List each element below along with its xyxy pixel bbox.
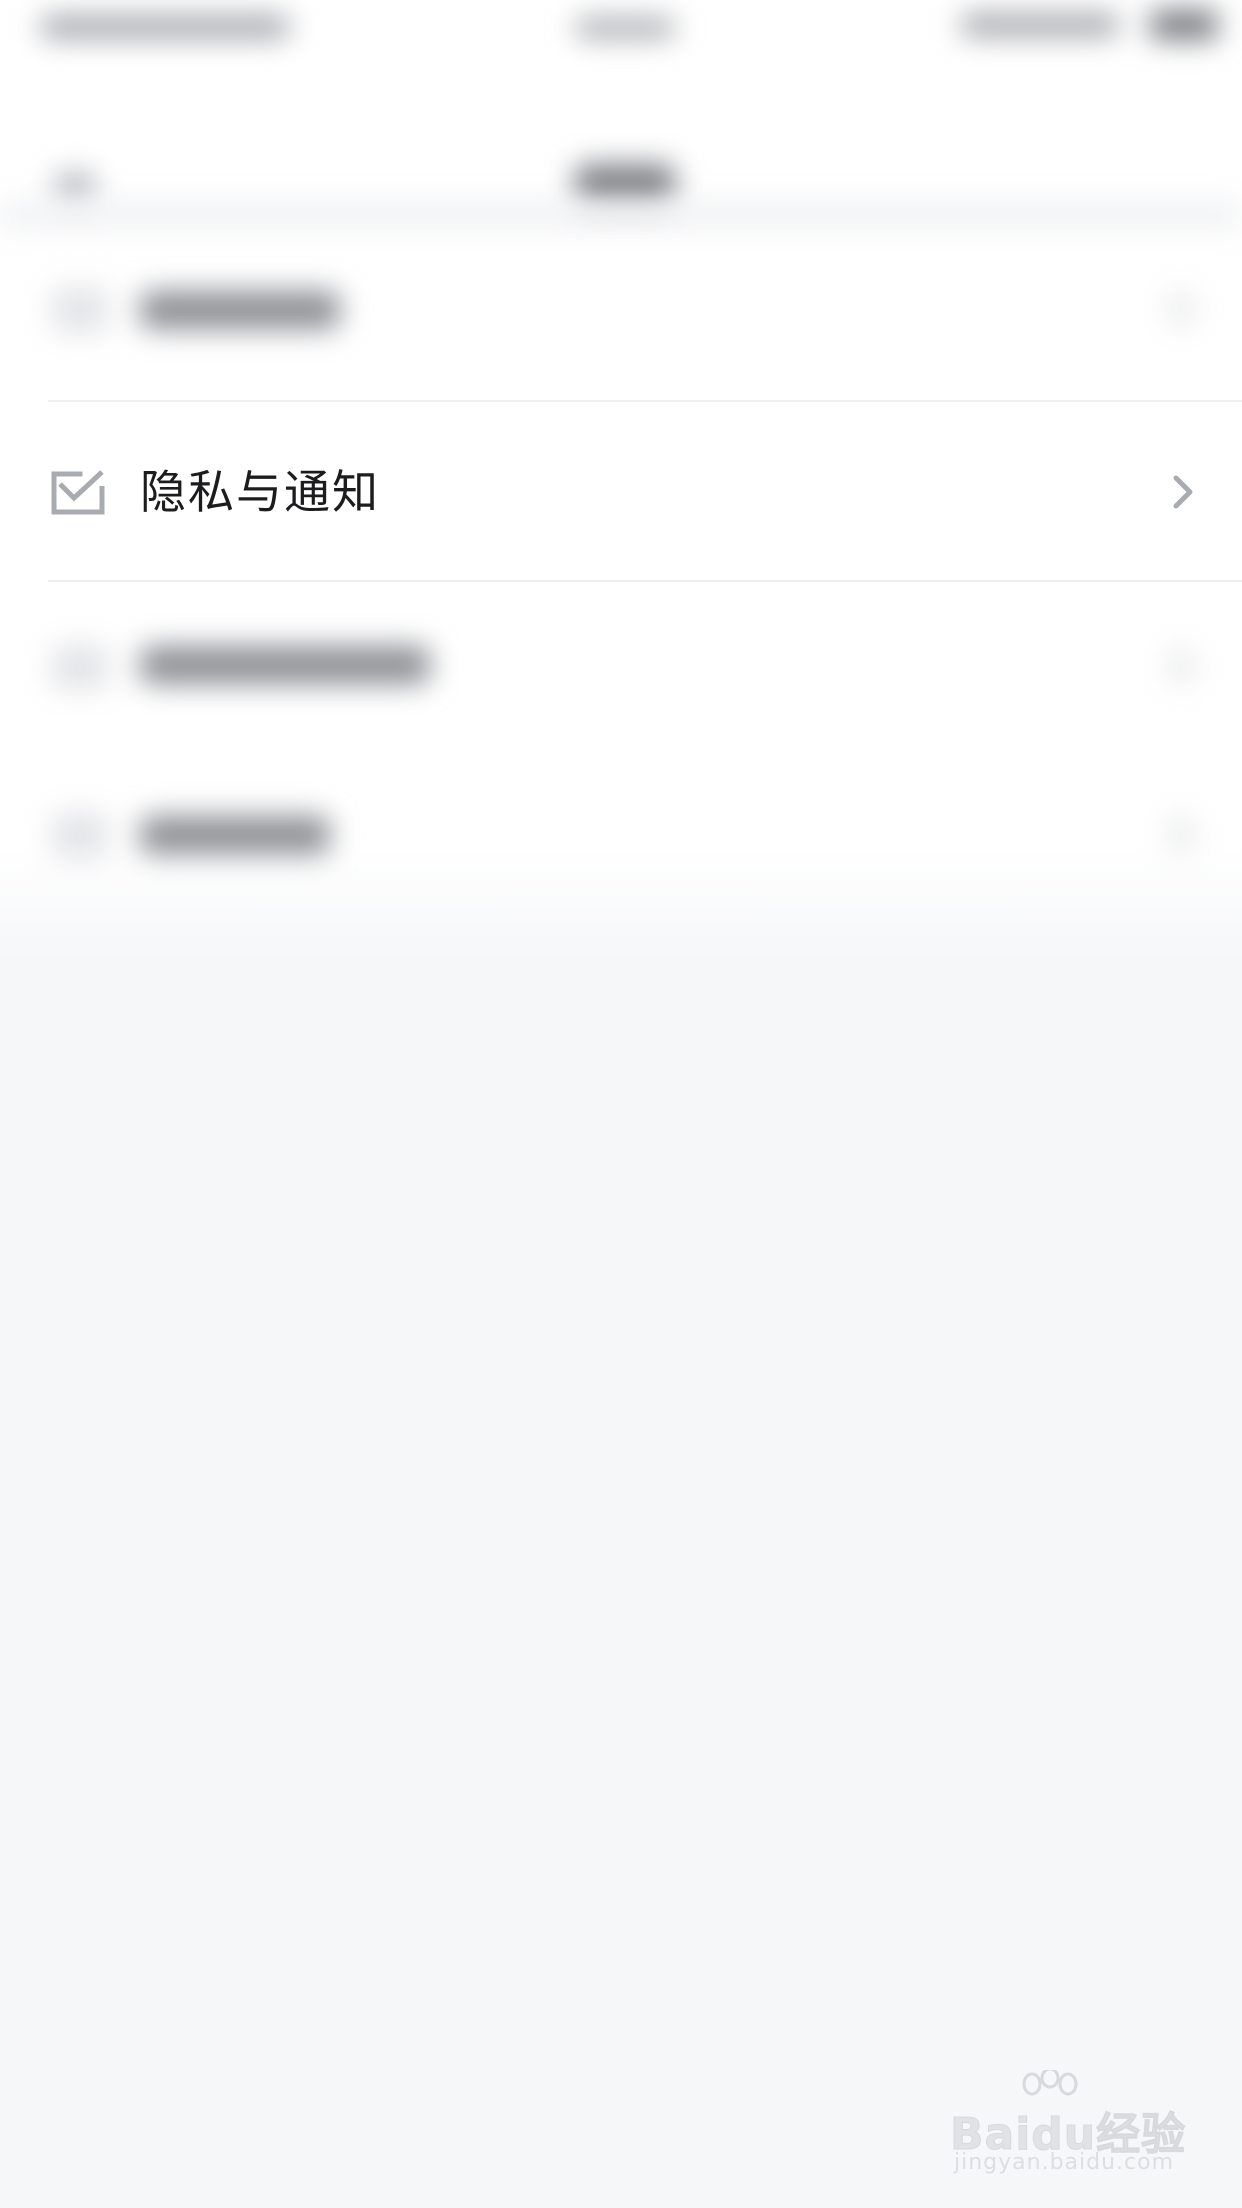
mail-icon: [51, 470, 105, 515]
chevron-right-icon: [1168, 816, 1194, 852]
settings-row-privacy-notifications[interactable]: 隐私与通知: [0, 402, 1242, 580]
settings-row-1[interactable]: [0, 225, 1242, 405]
row-label: 隐私与通知: [140, 465, 380, 519]
row-icon: [52, 644, 108, 690]
chevron-right-icon: [1168, 291, 1194, 327]
chevron-right-icon: [1173, 475, 1193, 509]
settings-row-4[interactable]: [0, 760, 1242, 940]
battery-icon: [1150, 10, 1218, 40]
settings-row-3[interactable]: [0, 582, 1242, 762]
row-label: [140, 291, 340, 329]
row-icon: [52, 812, 108, 858]
row-label: [140, 816, 330, 854]
row-icon: [52, 287, 108, 333]
settings-sheet: 隐私与通知: [0, 0, 1242, 960]
row-label: [140, 646, 430, 684]
chevron-right-icon: [1168, 648, 1194, 684]
status-indicators: [960, 14, 1120, 36]
status-time: [575, 18, 675, 38]
status-carrier: [40, 16, 290, 38]
watermark: Baidu经验 jingyan.baidu.com: [949, 2070, 1190, 2180]
status-bar: [0, 0, 1242, 64]
watermark-url: jingyan.baidu.com: [954, 2150, 1175, 2175]
